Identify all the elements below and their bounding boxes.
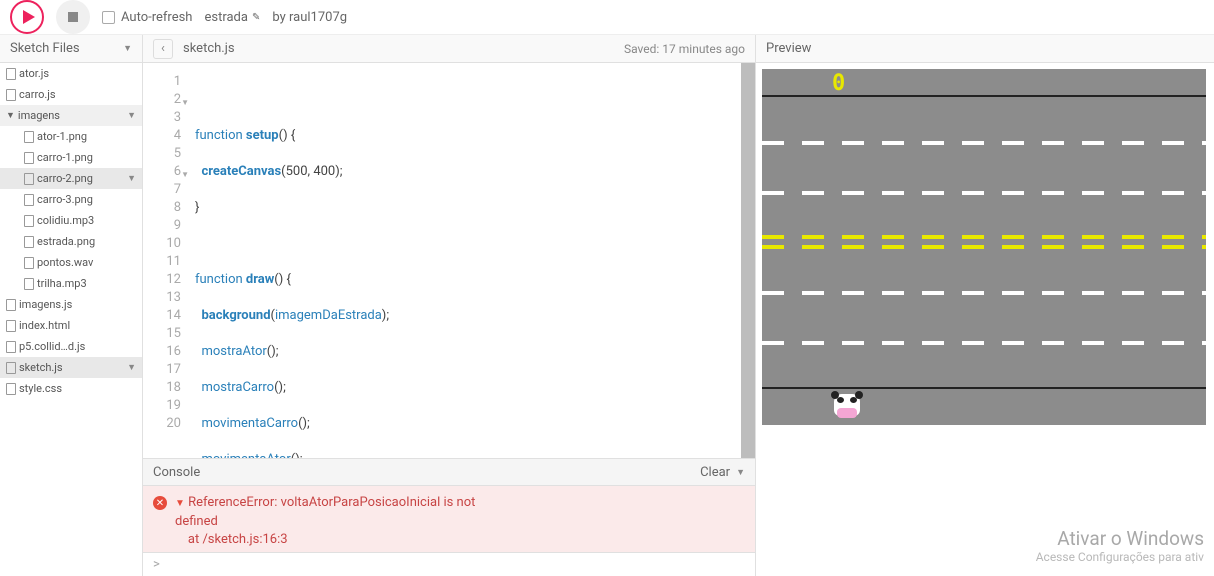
game-canvas: 0 [762, 69, 1206, 425]
file-item-colidiu-mp3[interactable]: colidiu.mp3 [0, 210, 142, 231]
pencil-icon: ✎ [252, 12, 260, 23]
file-item-pontos-wav[interactable]: pontos.wav [0, 252, 142, 273]
file-icon [6, 299, 16, 311]
preview-column: Preview 0 [756, 35, 1214, 576]
code-lines: function setup() { createCanvas(500, 400… [187, 63, 741, 458]
console-header: Console Clear ▼ [143, 458, 755, 486]
play-icon [23, 10, 35, 24]
chevron-down-icon: ▼ [127, 173, 136, 184]
file-item-estrada-png[interactable]: estrada.png [0, 231, 142, 252]
file-item-imagens-js[interactable]: imagens.js [0, 294, 142, 315]
file-icon [6, 68, 16, 80]
author-link[interactable]: by raul1707g [272, 10, 347, 25]
file-icon [24, 131, 34, 143]
code-editor[interactable]: 12▼3456▼7891011121314151617181920 functi… [143, 63, 755, 458]
folder-open-icon: ▼ [6, 110, 15, 121]
windows-watermark: Ativar o Windows Acesse Configurações pa… [1036, 527, 1204, 564]
file-icon [6, 362, 16, 374]
score-display: 0 [832, 71, 845, 96]
collapse-sidebar-button[interactable]: ‹ [153, 39, 173, 59]
chevron-down-icon: ▼ [127, 362, 136, 373]
chevron-down-icon: ▼ [123, 43, 132, 54]
file-icon [6, 383, 16, 395]
error-icon: ✕ [153, 496, 167, 510]
file-item-carro-3-png[interactable]: carro-3.png [0, 189, 142, 210]
file-icon [24, 215, 34, 227]
file-item-ator-js[interactable]: ator.js [0, 63, 142, 84]
file-icon [24, 278, 34, 290]
sidebar-title: Sketch Files [10, 41, 80, 56]
file-item-carro-js[interactable]: carro.js [0, 84, 142, 105]
file-icon [6, 89, 16, 101]
project-name[interactable]: estrada ✎ [204, 10, 260, 25]
file-item-ator-1-png[interactable]: ator-1.png [0, 126, 142, 147]
file-icon [24, 236, 34, 248]
auto-refresh-toggle[interactable]: Auto-refresh [102, 10, 192, 25]
file-icon [6, 320, 16, 332]
preview-header: Preview [756, 35, 1214, 63]
chevron-down-icon[interactable]: ▼ [736, 467, 745, 478]
editor-scrollbar[interactable] [741, 63, 755, 458]
editor-header: ‹ sketch.js Saved: 17 minutes ago [143, 35, 755, 63]
error-message: ▼ ReferenceError: voltaAtorParaPosicaoIn… [175, 494, 475, 544]
top-toolbar: Auto-refresh estrada ✎ by raul1707g [0, 0, 1214, 35]
file-icon [24, 152, 34, 164]
console-title: Console [153, 465, 200, 480]
file-item-imagens[interactable]: ▼ imagens▼ [0, 105, 142, 126]
line-gutter: 12▼3456▼7891011121314151617181920 [143, 63, 187, 458]
preview-title: Preview [766, 41, 811, 56]
editor-filename: sketch.js [183, 41, 235, 56]
console-body: ✕ ▼ ReferenceError: voltaAtorParaPosicao… [143, 486, 755, 552]
file-item-carro-2-png[interactable]: carro-2.png▼ [0, 168, 142, 189]
console-clear-button[interactable]: Clear [700, 465, 730, 480]
stop-button[interactable] [56, 0, 90, 34]
play-button[interactable] [10, 0, 44, 34]
checkbox-icon [102, 11, 115, 24]
file-item-trilha-mp3[interactable]: trilha.mp3 [0, 273, 142, 294]
file-icon [24, 173, 34, 185]
file-item-style-css[interactable]: style.css [0, 378, 142, 399]
preview-body: 0 Ativar o Window [756, 63, 1214, 576]
stop-icon [68, 12, 78, 22]
file-item-index-html[interactable]: index.html [0, 315, 142, 336]
sidebar-header[interactable]: Sketch Files ▼ [0, 35, 142, 63]
file-item-p5-collid-d-js[interactable]: p5.collid…d.js [0, 336, 142, 357]
player-character [832, 394, 862, 422]
file-item-sketch-js[interactable]: sketch.js▼ [0, 357, 142, 378]
console-prompt[interactable]: > [143, 552, 755, 576]
file-sidebar: Sketch Files ▼ ator.js carro.js▼ imagens… [0, 35, 143, 576]
file-item-carro-1-png[interactable]: carro-1.png [0, 147, 142, 168]
file-icon [6, 341, 16, 353]
file-icon [24, 194, 34, 206]
file-list: ator.js carro.js▼ imagens▼ ator-1.png ca… [0, 63, 142, 576]
editor-column: ‹ sketch.js Saved: 17 minutes ago 12▼345… [143, 35, 756, 576]
saved-status: Saved: 17 minutes ago [624, 42, 745, 56]
chevron-down-icon: ▼ [127, 110, 136, 121]
file-icon [24, 257, 34, 269]
auto-refresh-label: Auto-refresh [121, 10, 192, 25]
